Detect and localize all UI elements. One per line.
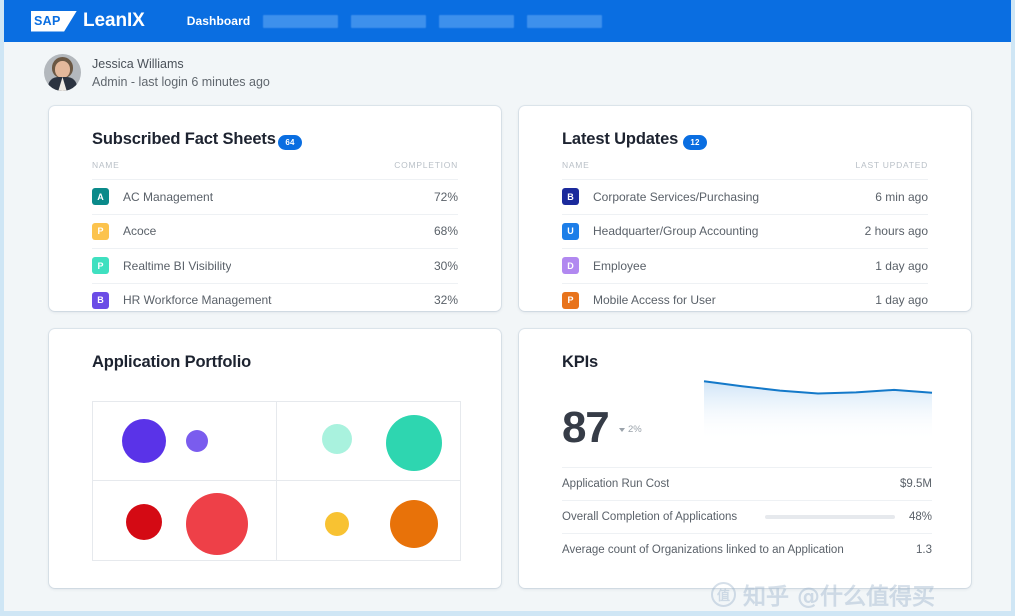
avatar-face <box>55 61 70 78</box>
portfolio-bubble-matrix[interactable] <box>92 401 461 561</box>
table-row[interactable]: B Corporate Services/Purchasing 6 min ago <box>562 180 928 215</box>
arrow-down-icon <box>619 427 625 432</box>
sap-logo[interactable]: SAP <box>31 10 77 32</box>
updates-table: NAME LAST UPDATED B Corporate Services/Pu… <box>562 160 928 311</box>
updates-table-header: NAME LAST UPDATED <box>562 160 928 180</box>
subscribed-table-body: A AC Management 72% P Acoce 68% P Realtime BI V… <box>92 180 458 311</box>
kpi-trend-chart <box>701 371 935 441</box>
table-cell-value: 2 hours ago <box>864 224 928 239</box>
kpi-score: 87 <box>562 403 610 452</box>
table-row[interactable]: P Acoce 68% <box>92 215 458 249</box>
fact-sheet-type-icon: A <box>92 188 109 206</box>
table-cell-value: 72% <box>433 189 458 204</box>
table-row[interactable]: P Realtime BI Visibility 30% <box>92 249 458 284</box>
kpi-row-label: Overall Completion of Applications <box>562 511 738 523</box>
nav-item-placeholder-2[interactable] <box>351 14 427 28</box>
matrix-quadrant-1 <box>93 402 277 481</box>
table-row[interactable]: U Headquarter/Group Accounting 2 hours ago <box>562 215 928 249</box>
user-role-lastlogin: Admin - last login 6 minutes ago <box>92 75 270 89</box>
table-cell-name: Realtime BI Visibility <box>123 258 232 273</box>
matrix-quadrant-4 <box>277 481 461 560</box>
kpi-delta: 2% <box>619 424 642 435</box>
table-row[interactable]: A AC Management 72% <box>92 180 458 215</box>
nav-item-placeholder-1[interactable] <box>263 14 339 28</box>
table-cell-value: 68% <box>433 224 458 239</box>
page-title-portfolio: Application Portfolio <box>92 353 252 371</box>
user-strip: Jessica Williams Admin - last login 6 mi… <box>4 42 1011 104</box>
progress-bar <box>765 515 895 519</box>
sap-logo-text: SAP <box>34 13 61 28</box>
kpi-row-label: Average count of Organizations linked to… <box>562 544 844 556</box>
kpi-row-value: 1.3 <box>916 544 932 556</box>
kpi-row[interactable]: Overall Completion of Applications 48% <box>562 500 932 533</box>
table-cell-value: 30% <box>433 258 458 273</box>
page-title-subscribed: Subscribed Fact Sheets <box>92 130 276 148</box>
kpi-area-chart-svg <box>703 380 933 441</box>
table-cell-name: Employee <box>593 258 647 273</box>
app-window: SAP LeanIX Dashboard Jessica Williams Ad… <box>4 0 1011 611</box>
nav-item-dashboard[interactable]: Dashboard <box>187 14 251 28</box>
table-cell-value: 1 day ago <box>875 258 928 273</box>
subscribed-table-header: NAME COMPLETION <box>92 160 458 180</box>
status-badge-updates-count: 12 <box>683 135 707 150</box>
fact-sheet-type-icon: P <box>562 291 579 309</box>
portfolio-bubble[interactable] <box>186 430 209 452</box>
table-row[interactable]: D Employee 1 day ago <box>562 249 928 284</box>
nav-items: Dashboard <box>187 14 603 28</box>
portfolio-bubble[interactable] <box>186 492 249 555</box>
kpi-delta-value: 2% <box>628 424 642 435</box>
fact-sheet-type-icon: U <box>562 222 579 240</box>
card-application-portfolio: Application Portfolio <box>49 329 501 588</box>
portfolio-bubble[interactable] <box>386 414 443 471</box>
table-cell-value: 1 day ago <box>875 293 928 308</box>
fact-sheet-type-icon: P <box>92 257 109 275</box>
card-subscribed-fact-sheets: Subscribed Fact Sheets 64 NAME COMPLETIO… <box>49 106 501 311</box>
top-navigation-bar: SAP LeanIX Dashboard <box>4 0 1011 42</box>
kpi-row-value: 48% <box>908 511 932 523</box>
table-cell-name: AC Management <box>123 189 214 204</box>
table-cell-name: Headquarter/Group Accounting <box>593 224 759 239</box>
portfolio-bubble[interactable] <box>322 423 353 454</box>
card-latest-updates: Latest Updates 12 NAME LAST UPDATED B Cor… <box>519 106 971 311</box>
matrix-quadrant-2 <box>276 402 460 481</box>
portfolio-bubble[interactable] <box>126 504 163 541</box>
fact-sheet-type-icon: P <box>92 222 109 240</box>
table-cell-name: HR Workforce Management <box>123 293 272 308</box>
user-name: Jessica Williams <box>92 57 184 71</box>
portfolio-bubble[interactable] <box>390 499 439 548</box>
kpi-row-label: Application Run Cost <box>562 478 670 490</box>
table-row[interactable]: P Mobile Access for User 1 day ago <box>562 284 928 312</box>
kpi-metric-list: Application Run Cost $9.5M Overall Complet… <box>562 467 932 566</box>
kpi-row-value: $9.5M <box>900 478 932 490</box>
table-cell-name: Corporate Services/Purchasing <box>593 189 760 204</box>
card-kpis: KPIs 87 2% Application Run Cost $9.5M Over… <box>519 329 971 588</box>
page-title-updates: Latest Updates <box>562 130 679 148</box>
table-cell-value: 6 min ago <box>875 189 928 204</box>
fact-sheet-type-icon: B <box>92 291 109 309</box>
column-header-completion: COMPLETION <box>394 160 458 170</box>
status-badge-subscribed-count: 64 <box>278 135 302 150</box>
portfolio-bubble[interactable] <box>122 419 167 463</box>
fact-sheet-type-icon: B <box>562 188 579 206</box>
table-cell-name: Acoce <box>123 224 157 239</box>
kpi-row[interactable]: Application Run Cost $9.5M <box>562 467 932 500</box>
kpi-row[interactable]: Average count of Organizations linked to… <box>562 533 932 566</box>
brand-name[interactable]: LeanIX <box>83 10 145 32</box>
column-header-name: NAME <box>562 160 590 170</box>
column-header-name: NAME <box>92 160 120 170</box>
subscribed-table: NAME COMPLETION A AC Management 72% P Acoce 6… <box>92 160 458 311</box>
page-title-kpis: KPIs <box>562 353 599 371</box>
table-cell-value: 32% <box>433 293 458 308</box>
matrix-quadrant-3 <box>93 481 277 560</box>
nav-item-placeholder-4[interactable] <box>527 14 603 28</box>
portfolio-bubble[interactable] <box>325 511 350 536</box>
avatar[interactable] <box>44 54 81 91</box>
column-header-last-updated: LAST UPDATED <box>855 160 928 170</box>
updates-table-body: B Corporate Services/Purchasing 6 min ago U… <box>562 180 928 311</box>
table-cell-name: Mobile Access for User <box>593 293 716 308</box>
nav-item-placeholder-3[interactable] <box>439 14 515 28</box>
table-row[interactable]: B HR Workforce Management 32% <box>92 284 458 312</box>
fact-sheet-type-icon: D <box>562 257 579 275</box>
